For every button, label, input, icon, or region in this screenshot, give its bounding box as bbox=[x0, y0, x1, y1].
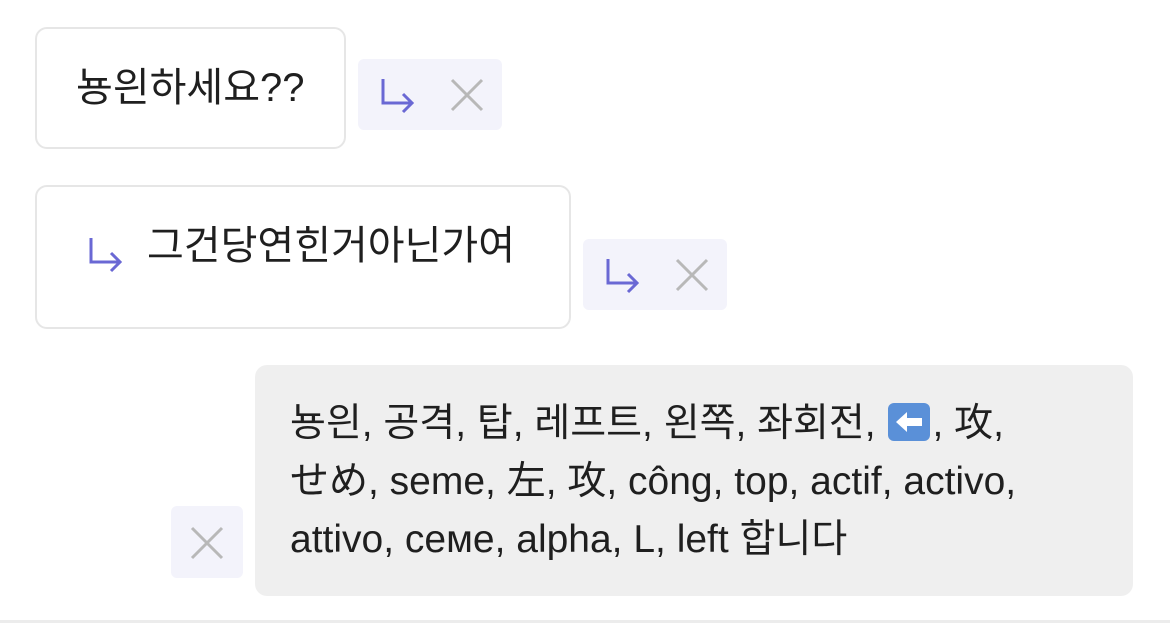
reply-arrow-icon bbox=[83, 232, 127, 276]
message-1-text: 뇽읜하세요?? bbox=[76, 66, 305, 110]
close-icon[interactable] bbox=[670, 253, 714, 297]
reply-icon[interactable] bbox=[375, 73, 419, 117]
bottom-divider bbox=[0, 620, 1170, 623]
message-2-text: 그건당연힌거아닌가여 bbox=[147, 224, 515, 268]
left-arrow-emoji-icon bbox=[888, 403, 931, 441]
message-3-line-1: 뇽읜, 공격, 탑, 레프트, 왼쪽, 좌회전, , 攻, bbox=[290, 395, 1110, 453]
message-3-line-3: attivo, семе, alpha, L, left 합니다 bbox=[290, 518, 848, 561]
close-icon[interactable] bbox=[445, 73, 489, 117]
reply-icon[interactable] bbox=[600, 253, 644, 297]
message-3-text: 뇽읜, 공격, 탑, 레프트, 왼쪽, 좌회전, , 攻, せめ, seme, … bbox=[290, 395, 1110, 569]
chat-screen: { "messages": [ { "side": "left", "text"… bbox=[0, 0, 1170, 626]
line-1-text-before: 뇽읜, 공격, 탑, 레프트, 왼쪽, 좌회전, bbox=[290, 402, 887, 445]
close-icon[interactable] bbox=[185, 521, 229, 565]
line-1-text-after: , 攻, bbox=[932, 402, 1004, 445]
message-3-line-2: せめ, seme, 左, 攻, công, top, actif, activo… bbox=[290, 460, 1017, 503]
